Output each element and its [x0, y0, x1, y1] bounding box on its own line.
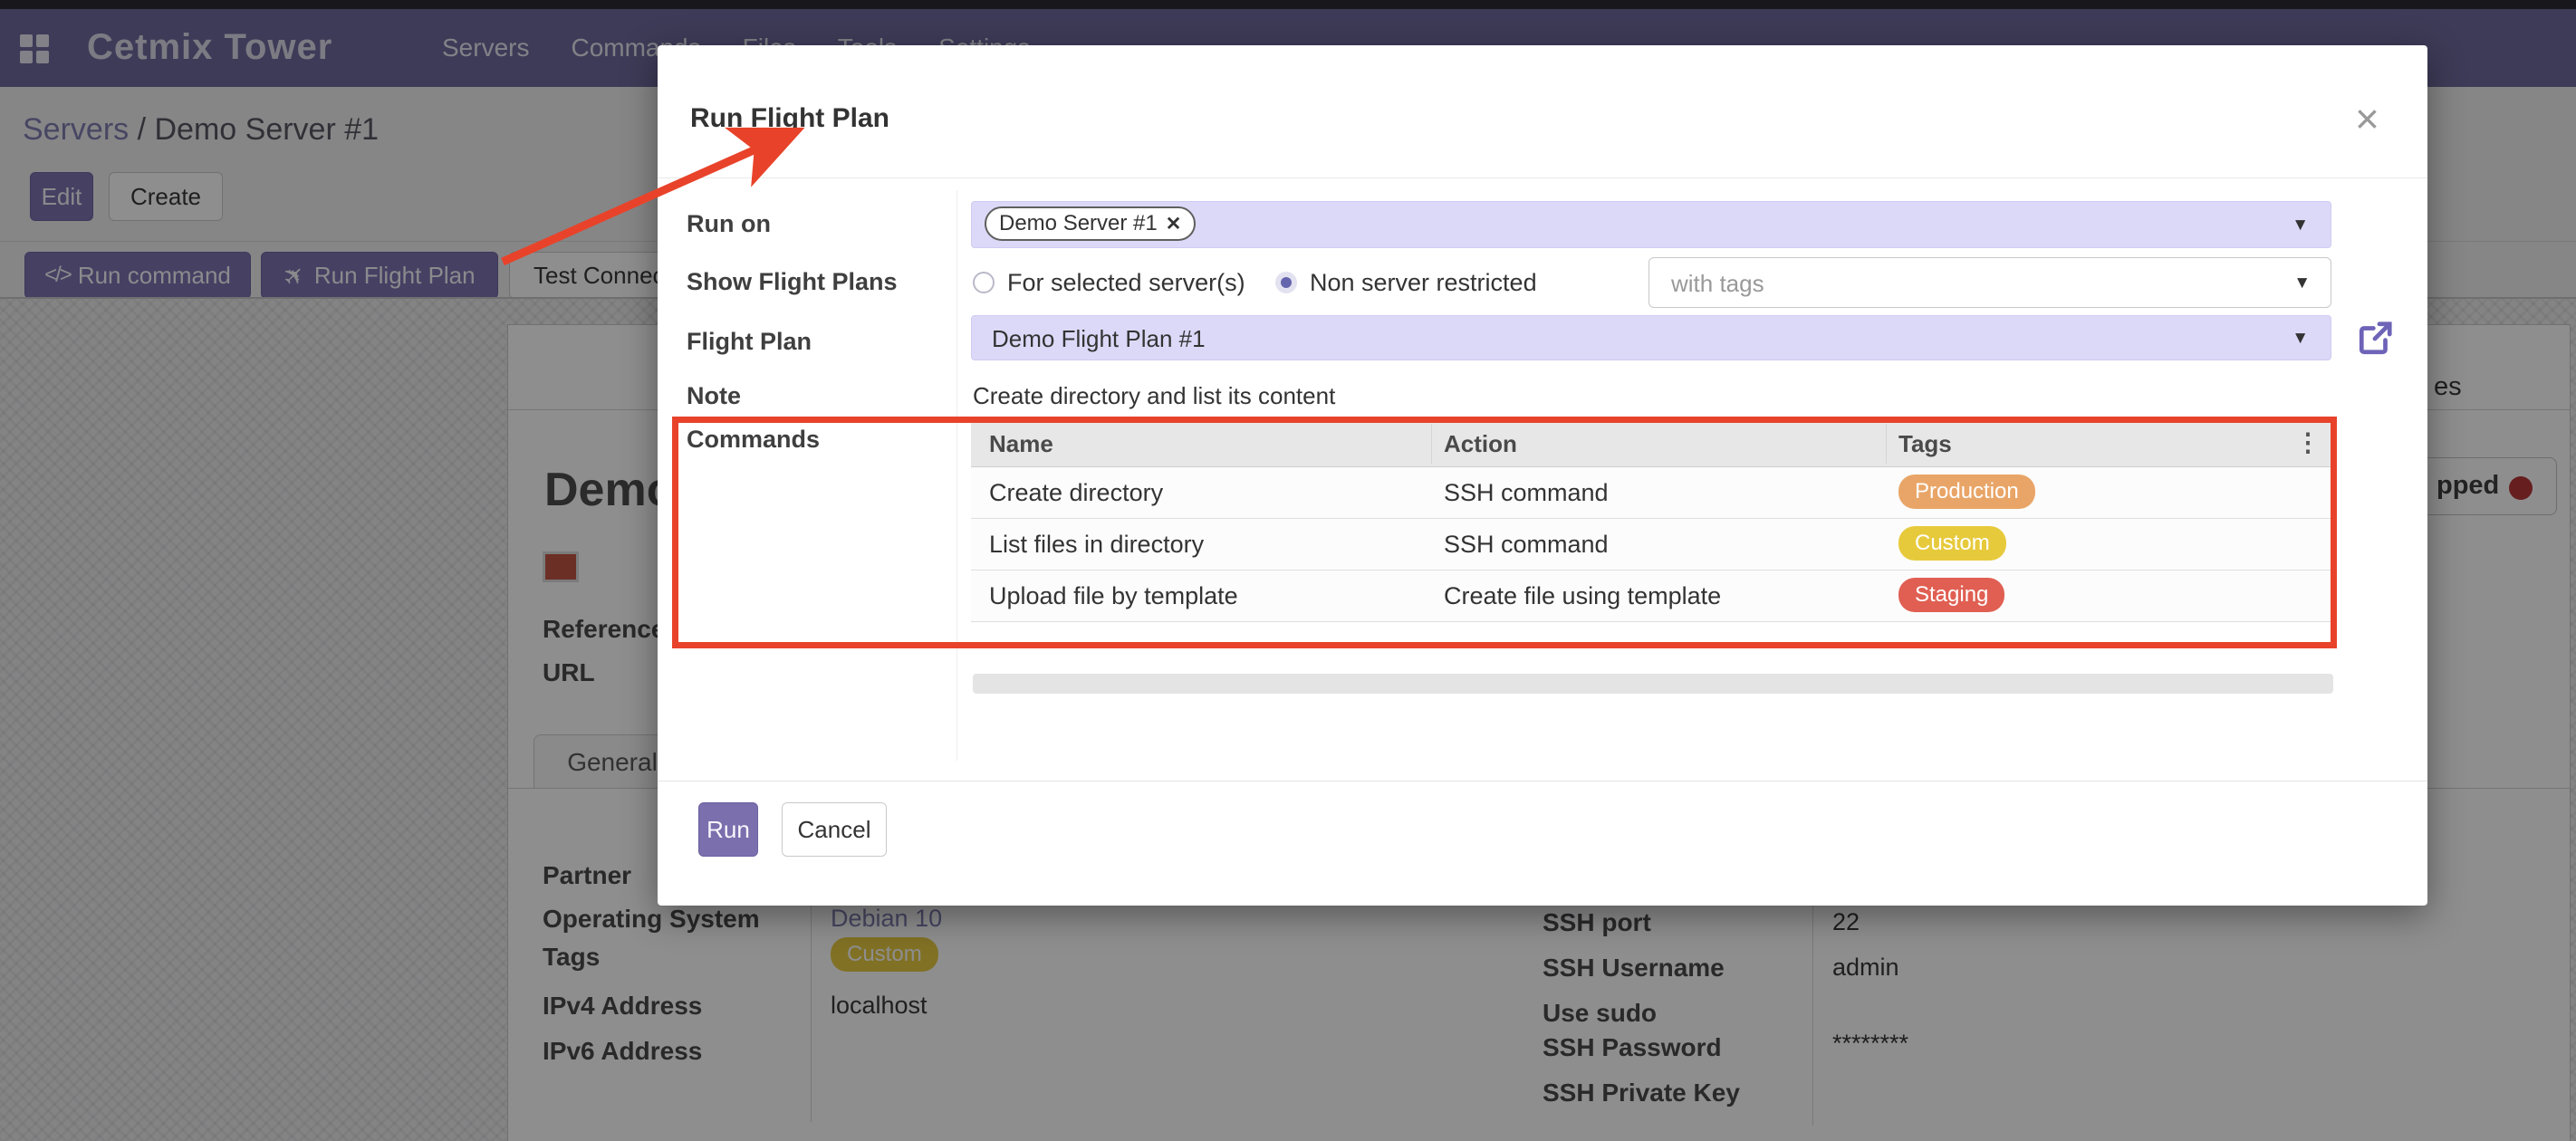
commands-label: Commands	[687, 426, 820, 454]
modal-title: Run Flight Plan	[690, 103, 889, 134]
note-label: Note	[687, 382, 741, 410]
label-column-divider	[956, 190, 957, 761]
caret-down-icon: ▼	[2292, 329, 2309, 349]
radio-for-selected-servers[interactable]	[973, 272, 995, 293]
radio-non-server-restricted[interactable]	[1275, 272, 1297, 293]
row-action: SSH command	[1444, 531, 1609, 559]
row-action: SSH command	[1444, 479, 1609, 507]
caret-down-icon: ▼	[2292, 216, 2309, 235]
external-link-icon[interactable]	[2357, 319, 2395, 357]
modal-header-divider	[658, 177, 2427, 178]
with-tags-select[interactable]: with tags ▼	[1648, 257, 2331, 308]
row-name: Upload file by template	[989, 582, 1238, 610]
note-value: Create directory and list its content	[973, 382, 1335, 410]
optional-columns-kebab-icon[interactable]: ⋮	[2295, 427, 2321, 457]
radio-non-server-restricted-label[interactable]: Non server restricted	[1310, 269, 1537, 297]
col-header-name[interactable]: Name	[989, 430, 1053, 458]
close-icon[interactable]: ×	[2355, 98, 2379, 139]
row-tag-badge: Production	[1898, 475, 2035, 509]
col-header-tags[interactable]: Tags	[1898, 430, 1952, 458]
run-button[interactable]: Run	[698, 802, 758, 857]
server-tag-pill[interactable]: Demo Server #1 ✕	[985, 206, 1196, 241]
show-flight-plans-label: Show Flight Plans	[687, 268, 898, 296]
horizontal-scrollbar[interactable]	[973, 674, 2333, 694]
row-name: Create directory	[989, 479, 1163, 507]
row-name: List files in directory	[989, 531, 1204, 559]
tag-remove-icon[interactable]: ✕	[1166, 213, 1182, 235]
table-row[interactable]: List files in directory SSH command Cust…	[971, 519, 2333, 570]
run-on-label: Run on	[687, 210, 771, 238]
server-tag-label: Demo Server #1	[999, 211, 1158, 236]
radio-for-selected-servers-label[interactable]: For selected server(s)	[1007, 269, 1245, 297]
screen: Cetmix Tower Servers Commands Files Tool…	[0, 0, 2576, 1141]
column-separator	[1886, 424, 1887, 464]
caret-down-icon: ▼	[2293, 273, 2311, 293]
row-tag-badge: Custom	[1898, 526, 2006, 561]
row-tag-badge: Staging	[1898, 578, 2004, 612]
col-header-action[interactable]: Action	[1444, 430, 1517, 458]
cancel-button[interactable]: Cancel	[782, 802, 887, 857]
flight-plan-value: Demo Flight Plan #1	[992, 325, 1206, 353]
column-separator	[1431, 424, 1432, 464]
with-tags-placeholder: with tags	[1671, 270, 1764, 298]
row-action: Create file using template	[1444, 582, 1721, 610]
run-flight-plan-modal: Run Flight Plan × Run on Demo Server #1 …	[658, 45, 2427, 906]
flight-plan-select[interactable]: Demo Flight Plan #1 ▼	[971, 315, 2331, 360]
commands-table-header: Name Action Tags ⋮	[971, 420, 2333, 467]
table-row[interactable]: Create directory SSH command Production	[971, 467, 2333, 519]
run-on-select[interactable]: Demo Server #1 ✕ ▼	[971, 201, 2331, 248]
table-row[interactable]: Upload file by template Create file usin…	[971, 570, 2333, 622]
flight-plan-label: Flight Plan	[687, 328, 812, 356]
